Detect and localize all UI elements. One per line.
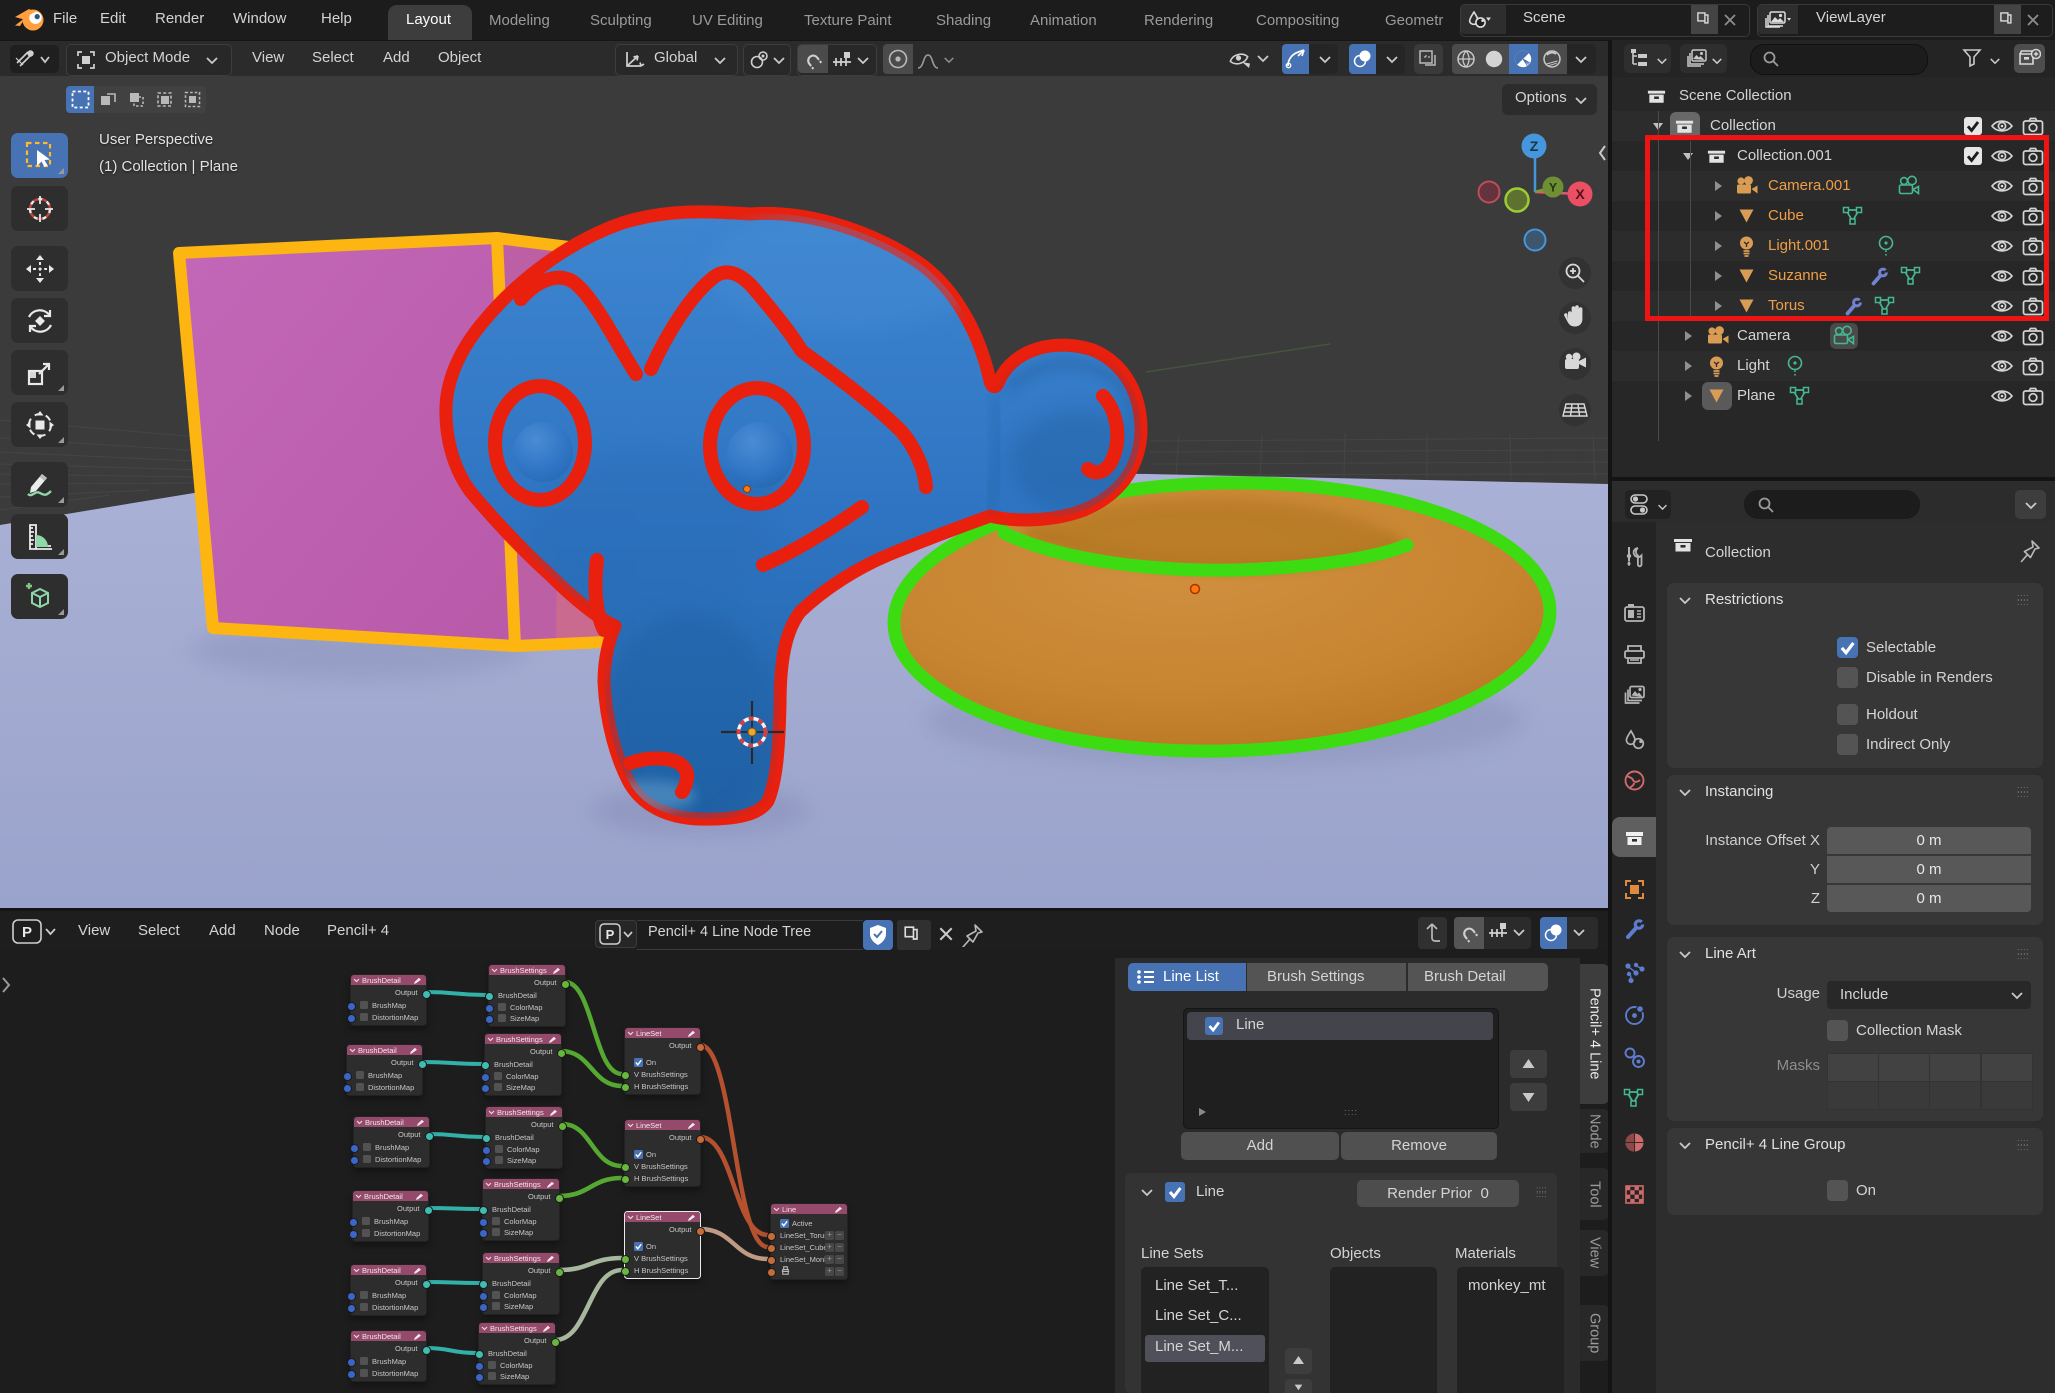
svg-text:P: P [606,927,615,942]
svg-text:Y: Y [1549,181,1557,195]
svg-text:P: P [22,924,32,941]
svg-text:X: X [1575,186,1585,202]
svg-text:Z: Z [1530,138,1539,154]
